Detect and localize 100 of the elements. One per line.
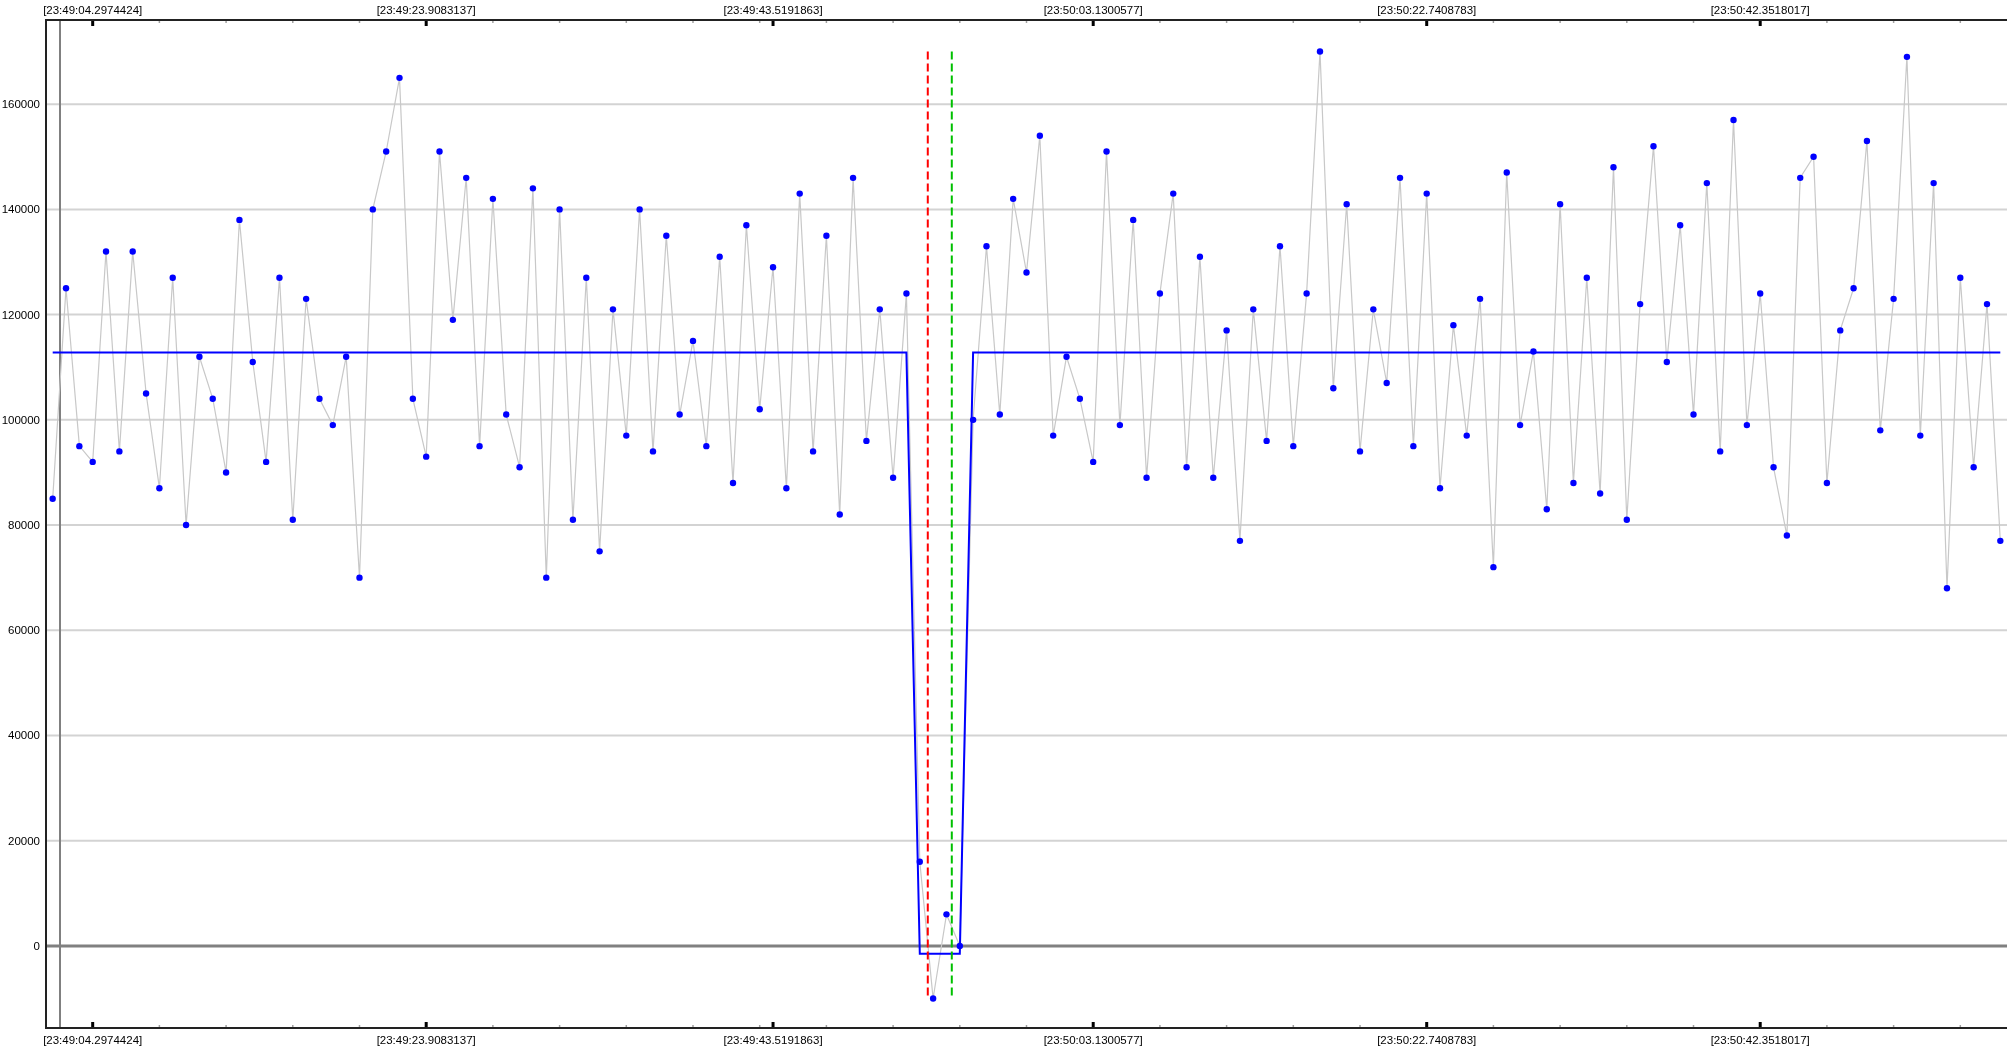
axis-label: [23:49:23.9083137] <box>376 1034 476 1046</box>
data-point <box>169 274 176 281</box>
data-point <box>316 395 323 402</box>
data-point <box>943 911 950 918</box>
axis-label: 60000 <box>8 624 40 637</box>
axis-label: [23:49:04.2974424] <box>43 1034 143 1046</box>
axis-label: 140000 <box>1 203 40 216</box>
data-point <box>1770 464 1777 471</box>
data-point <box>1250 306 1257 313</box>
data-point <box>1797 174 1804 182</box>
axis-label: [23:50:03.1300577] <box>1043 1034 1143 1046</box>
data-point <box>1050 432 1057 439</box>
data-point <box>1690 411 1697 418</box>
data-point <box>196 353 203 360</box>
data-point <box>516 464 523 471</box>
axis-label: [23:50:22.7408783] <box>1377 1034 1477 1046</box>
data-point <box>222 469 230 476</box>
data-point <box>1823 479 1831 487</box>
data-point <box>503 411 510 418</box>
data-point <box>302 295 310 303</box>
data-point <box>209 395 216 402</box>
data-point <box>1090 458 1097 466</box>
data-point <box>1943 585 1951 592</box>
data-point <box>1623 516 1630 523</box>
data-point <box>556 206 563 213</box>
data-point <box>1863 137 1871 145</box>
axis-label: [23:50:03.1300577] <box>1043 4 1143 16</box>
data-point <box>1543 506 1550 513</box>
data-point <box>463 174 470 182</box>
data-point <box>1730 116 1737 124</box>
data-point <box>1983 300 1991 308</box>
data-point <box>649 448 657 455</box>
data-point <box>703 442 710 450</box>
axis-label: 120000 <box>1 308 40 321</box>
axis-label: 0 <box>33 939 40 952</box>
data-point <box>1930 179 1937 187</box>
axis-label: 80000 <box>8 519 40 532</box>
data-point <box>342 353 350 360</box>
data-point <box>1196 253 1204 260</box>
data-point <box>1316 48 1324 55</box>
data-point <box>356 574 363 581</box>
data-point <box>369 206 377 213</box>
data-point <box>1076 395 1084 402</box>
data-point <box>1877 427 1884 434</box>
data-point <box>889 474 897 481</box>
data-point <box>182 521 190 529</box>
data-point <box>409 395 417 402</box>
data-point <box>396 74 403 82</box>
data-point <box>142 390 150 397</box>
data-point <box>609 306 617 313</box>
data-point <box>1596 490 1604 497</box>
data-point <box>743 222 750 229</box>
axis-label: [23:49:43.5191863] <box>723 1034 823 1046</box>
data-point <box>1356 448 1364 455</box>
data-point <box>116 448 123 455</box>
data-point <box>49 495 56 502</box>
data-point <box>689 337 697 345</box>
axis-label: [23:50:22.7408783] <box>1377 4 1477 16</box>
data-point <box>262 458 270 466</box>
data-point <box>382 148 390 155</box>
data-point <box>716 253 723 260</box>
data-point <box>1516 421 1524 429</box>
data-point <box>796 190 803 197</box>
data-point <box>1970 464 1977 471</box>
data-point <box>636 206 643 213</box>
data-point <box>836 511 843 518</box>
data-point <box>1676 222 1684 229</box>
axis-label: 40000 <box>8 729 40 742</box>
data-point <box>1063 353 1070 360</box>
data-point <box>89 458 96 466</box>
axis-label: 100000 <box>1 413 40 426</box>
data-point <box>903 290 910 297</box>
data-point <box>1957 274 1964 281</box>
data-point <box>1370 306 1377 313</box>
data-point <box>1783 532 1791 539</box>
data-point <box>929 995 937 1002</box>
data-point <box>1276 243 1284 250</box>
axis-label: [23:49:04.2974424] <box>43 4 143 16</box>
data-point <box>809 448 817 455</box>
data-point <box>569 516 577 523</box>
data-point <box>1917 432 1924 439</box>
data-point <box>1396 174 1404 182</box>
data-point <box>996 411 1003 418</box>
data-point <box>1343 200 1350 208</box>
data-point <box>823 232 830 239</box>
data-point <box>1490 563 1497 571</box>
data-point <box>436 148 443 155</box>
data-point <box>876 306 883 313</box>
data-point <box>1210 474 1217 481</box>
data-point <box>289 516 296 523</box>
data-point <box>1223 327 1230 334</box>
data-point <box>1450 321 1457 329</box>
data-point <box>1143 474 1150 481</box>
data-point <box>329 421 336 429</box>
data-point <box>102 248 110 255</box>
data-point <box>423 453 430 460</box>
data-point <box>956 942 963 950</box>
data-point <box>1103 148 1110 155</box>
axis-label: [23:50:42.3518017] <box>1710 1034 1810 1046</box>
data-point <box>969 416 977 424</box>
